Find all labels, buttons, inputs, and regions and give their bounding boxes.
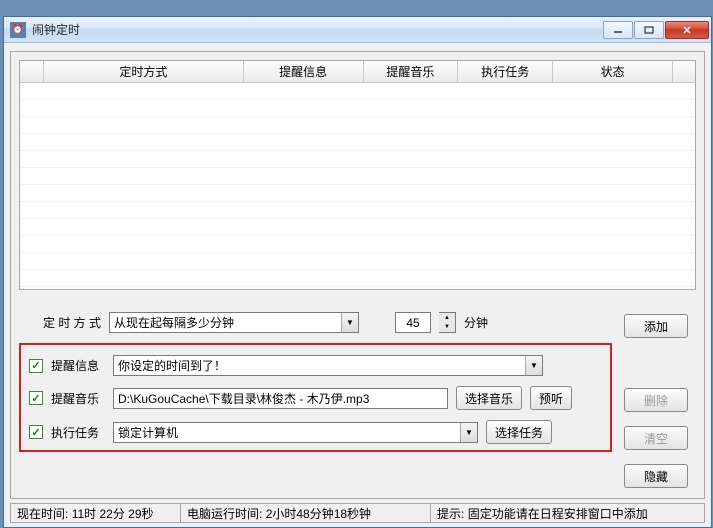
timing-mode-value[interactable] <box>110 313 341 332</box>
task-row: ✓ 执行任务 ▼ 选择任务 <box>29 420 602 444</box>
timing-row: 定时方式 ▼ ▲ ▼ 分钟 <box>19 312 612 333</box>
status-bar: 现在时间: 11时 22分 29秒 电脑运行时间: 2小时48分钟18秒钟 提示… <box>10 503 705 523</box>
reminder-info-checkbox[interactable]: ✓ <box>29 359 43 373</box>
status-now-value: 11时 22分 29秒 <box>72 505 154 522</box>
task-combo[interactable]: ▼ <box>113 422 478 443</box>
timing-unit: 分钟 <box>464 314 488 331</box>
action-buttons: 添加 删除 清空 隐藏 <box>624 312 696 488</box>
grid-header-task[interactable]: 执行任务 <box>458 61 553 82</box>
table-row[interactable] <box>20 168 695 185</box>
clear-button[interactable]: 清空 <box>624 426 688 450</box>
form-area: 定时方式 ▼ ▲ ▼ 分钟 ✓ 提醒信息 <box>19 312 696 488</box>
main-window: ⏰ 闹钟定时 定时方式 提醒信息 提醒音乐 执行任务 状态 <box>3 16 712 528</box>
status-now-label: 现在时间: <box>17 505 68 522</box>
reminder-info-label: 提醒信息 <box>51 357 105 374</box>
table-row[interactable] <box>20 151 695 168</box>
titlebar[interactable]: ⏰ 闹钟定时 <box>4 17 711 43</box>
schedule-grid[interactable]: 定时方式 提醒信息 提醒音乐 执行任务 状态 <box>19 60 696 290</box>
grid-header: 定时方式 提醒信息 提醒音乐 执行任务 状态 <box>20 61 695 83</box>
status-tip-label: 提示: <box>437 505 464 522</box>
form-left: 定时方式 ▼ ▲ ▼ 分钟 ✓ 提醒信息 <box>19 312 612 452</box>
status-tip: 提示: 固定功能请在日程安排窗口中添加 <box>431 504 704 522</box>
table-row[interactable] <box>20 253 695 270</box>
status-uptime-value: 2小时48分钟18秒钟 <box>266 505 371 522</box>
task-checkbox[interactable]: ✓ <box>29 425 43 439</box>
options-group: ✓ 提醒信息 ▼ ✓ 提醒音乐 选择音乐 <box>19 343 612 452</box>
minimize-button[interactable] <box>603 21 633 39</box>
reminder-music-checkbox[interactable]: ✓ <box>29 391 43 405</box>
table-row[interactable] <box>20 83 695 100</box>
grid-header-music[interactable]: 提醒音乐 <box>364 61 459 82</box>
reminder-info-combo[interactable]: ▼ <box>113 355 543 376</box>
reminder-music-field <box>113 388 448 409</box>
timing-spinner: ▲ ▼ <box>439 312 456 333</box>
status-uptime-label: 电脑运行时间: <box>187 505 262 522</box>
chevron-down-icon[interactable]: ▼ <box>525 356 542 375</box>
window-title: 闹钟定时 <box>32 21 603 38</box>
preview-music-button[interactable]: 预听 <box>530 386 572 410</box>
table-row[interactable] <box>20 100 695 117</box>
grid-header-end[interactable] <box>673 61 695 82</box>
reminder-music-row: ✓ 提醒音乐 选择音乐 预听 <box>29 386 602 410</box>
grid-header-blank[interactable] <box>20 61 44 82</box>
reminder-info-row: ✓ 提醒信息 ▼ <box>29 355 602 376</box>
grid-header-info[interactable]: 提醒信息 <box>244 61 364 82</box>
status-uptime: 电脑运行时间: 2小时48分钟18秒钟 <box>181 504 431 522</box>
close-button[interactable] <box>665 21 709 39</box>
task-input[interactable] <box>114 423 460 442</box>
hide-button[interactable]: 隐藏 <box>624 464 688 488</box>
app-icon: ⏰ <box>10 22 26 38</box>
choose-task-button[interactable]: 选择任务 <box>486 420 552 444</box>
table-row[interactable] <box>20 185 695 202</box>
reminder-info-input[interactable] <box>114 356 525 375</box>
table-row[interactable] <box>20 134 695 151</box>
timing-label: 定时方式 <box>43 314 101 331</box>
table-row[interactable] <box>20 219 695 236</box>
status-tip-value: 固定功能请在日程安排窗口中添加 <box>468 505 648 522</box>
client-area: 定时方式 提醒信息 提醒音乐 执行任务 状态 <box>10 51 705 499</box>
window-controls <box>603 21 709 39</box>
chevron-down-icon[interactable]: ▼ <box>341 313 358 332</box>
timing-number-input[interactable] <box>395 312 431 333</box>
choose-music-button[interactable]: 选择音乐 <box>456 386 522 410</box>
timing-mode-select[interactable]: ▼ <box>109 312 359 333</box>
delete-button[interactable]: 删除 <box>624 388 688 412</box>
table-row[interactable] <box>20 202 695 219</box>
grid-body[interactable] <box>20 83 695 288</box>
spin-down-button[interactable]: ▼ <box>439 323 455 333</box>
grid-header-mode[interactable]: 定时方式 <box>44 61 244 82</box>
table-row[interactable] <box>20 270 695 287</box>
status-now: 现在时间: 11时 22分 29秒 <box>11 504 181 522</box>
maximize-button[interactable] <box>634 21 664 39</box>
add-button[interactable]: 添加 <box>624 314 688 338</box>
chevron-down-icon[interactable]: ▼ <box>460 423 477 442</box>
table-row[interactable] <box>20 236 695 253</box>
grid-header-status[interactable]: 状态 <box>553 61 673 82</box>
reminder-music-label: 提醒音乐 <box>51 390 105 407</box>
task-label: 执行任务 <box>51 424 105 441</box>
reminder-music-input[interactable] <box>114 389 447 408</box>
table-row[interactable] <box>20 117 695 134</box>
spin-up-button[interactable]: ▲ <box>439 313 455 323</box>
